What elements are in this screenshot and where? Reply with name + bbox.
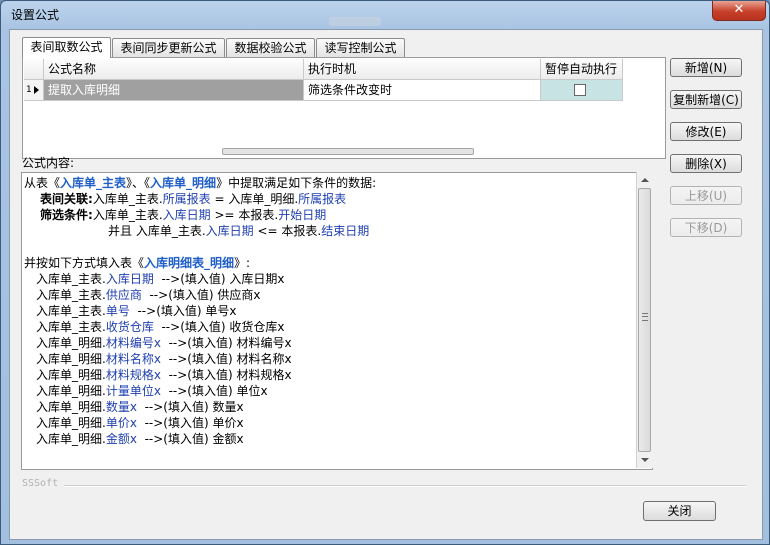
title-bar[interactable]: 设置公式 ✕ [1,1,769,27]
copy-add-button[interactable]: 复制新增(C) [670,90,742,109]
formula-content-textarea[interactable]: 从表《入库单_主表》、《入库单_明细》中提取满足如下条件的数据: 表间关联:入库… [21,172,653,470]
tab-data-validation[interactable]: 数据校验公式 [226,38,315,57]
scroll-thumb[interactable] [638,188,651,452]
header-execution-timing[interactable]: 执行时机 [304,59,541,80]
formula-list-panel: 公式名称 执行时机 暂停自动执行 1 提取入库明细 筛选条件改变时 [22,57,666,159]
window-close-button[interactable]: ✕ [712,1,766,21]
formula-line: 筛选条件:入库单_主表.入库日期 >= 本报表.开始日期 [40,208,327,222]
delete-button[interactable]: 删除(X) [670,154,742,173]
blurred-background [329,17,381,26]
grip-icon [642,313,648,321]
tab-sync-update[interactable]: 表间同步更新公式 [112,38,225,57]
grid-horizontal-scrollbar[interactable] [222,148,474,155]
edit-button[interactable]: 修改(E) [670,122,742,141]
dialog-client-area: 表间取数公式 表间同步更新公式 数据校验公式 读写控制公式 公式名称 执行时机 … [9,29,763,540]
grid-header-row: 公式名称 执行时机 暂停自动执行 [24,59,623,81]
mapping-line: 入库单_明细.材料名称x -->(填入值) 材料名称x [36,352,292,366]
formula-content-label: 公式内容: [22,156,75,170]
cell-pause-auto-exec[interactable] [541,80,623,101]
formula-line: 表间关联:入库单_主表.所属报表 = 入库单_明细.所属报表 [40,192,347,206]
header-pause-auto-exec[interactable]: 暂停自动执行 [541,59,623,80]
mapping-line: 入库单_明细.材料编号x -->(填入值) 材料编号x [36,336,292,350]
formula-vertical-scrollbar[interactable] [636,172,653,468]
move-down-button[interactable]: 下移(D) [670,218,742,237]
dialog-window: 设置公式 ✕ 表间取数公式 表间同步更新公式 数据校验公式 读写控制公式 公式名… [0,0,770,545]
tab-read-write-control[interactable]: 读写控制公式 [316,38,405,57]
brand-label: SSSoft [22,478,59,489]
close-icon: ✕ [733,2,745,17]
mapping-line: 入库单_明细.单价x -->(填入值) 单价x [36,416,244,430]
mapping-line: 入库单_明细.金额x -->(填入值) 金额x [36,432,244,446]
cell-formula-name[interactable]: 提取入库明细 [44,80,304,101]
mapping-line: 入库单_明细.数量x -->(填入值) 数量x [36,400,244,414]
grid-corner [24,59,44,80]
table-row[interactable]: 1 提取入库明细 筛选条件改变时 [24,80,623,102]
scroll-up-arrow-icon[interactable] [641,178,649,182]
current-row-icon [34,86,39,94]
header-formula-name[interactable]: 公式名称 [44,59,304,80]
mapping-line: 入库单_主表.入库日期 -->(填入值) 入库日期x [36,272,285,286]
mapping-line: 入库单_明细.计量单位x -->(填入值) 单位x [36,384,268,398]
tab-inter-table-fetch[interactable]: 表间取数公式 [22,37,111,58]
move-up-button[interactable]: 上移(U) [670,186,742,205]
mapping-line: 入库单_主表.供应商 -->(填入值) 供应商x [36,288,261,302]
mapping-line: 入库单_主表.单号 -->(填入值) 单号x [36,304,237,318]
formula-line: 从表《入库单_主表》、《入库单_明细》中提取满足如下条件的数据: [24,176,377,190]
pause-checkbox[interactable] [574,84,586,96]
mapping-line: 入库单_主表.收货仓库 -->(填入值) 收货仓库x [36,320,285,334]
mapping-line: 入库单_明细.材料规格x -->(填入值) 材料规格x [36,368,292,382]
close-button[interactable]: 关闭 [643,501,716,521]
formula-line: 并且 入库单_主表.入库日期 <= 本报表.结束日期 [108,224,370,238]
scroll-down-arrow-icon[interactable] [641,458,649,462]
add-button[interactable]: 新增(N) [670,58,742,77]
row-number[interactable]: 1 [24,80,44,101]
window-title: 设置公式 [11,8,60,22]
brand-divider [64,485,746,487]
formula-line: 并按如下方式填入表《入库明细表_明细》: [24,256,251,270]
cell-execution-timing[interactable]: 筛选条件改变时 [304,80,541,101]
